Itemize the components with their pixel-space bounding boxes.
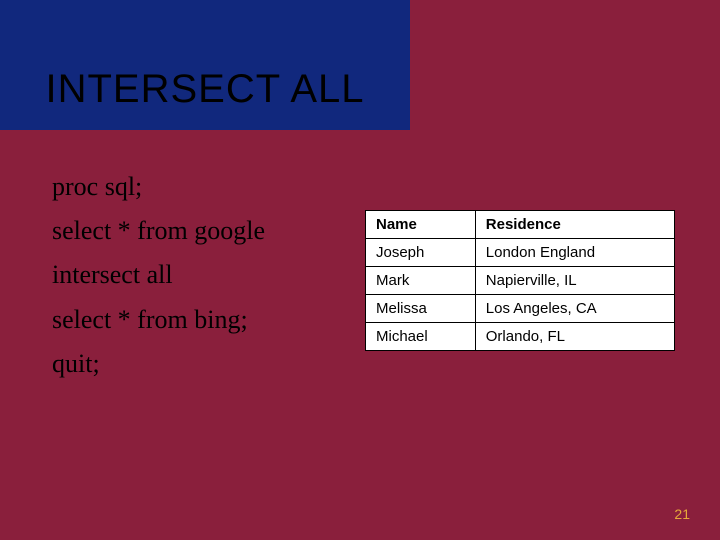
table-header-name: Name — [366, 211, 476, 239]
title-bar: INTERSECT ALL — [0, 0, 410, 130]
page-number: 21 — [674, 506, 690, 522]
cell-residence: Napierville, IL — [475, 267, 674, 295]
slide-title: INTERSECT ALL — [45, 67, 364, 112]
code-block: proc sql; select * from google intersect… — [52, 165, 265, 386]
slide: INTERSECT ALL proc sql; select * from go… — [0, 0, 720, 540]
result-table: Name Residence Joseph London England Mar… — [365, 210, 675, 351]
cell-name: Mark — [366, 267, 476, 295]
code-line: select * from google — [52, 209, 265, 253]
table-header-residence: Residence — [475, 211, 674, 239]
code-line: proc sql; — [52, 165, 265, 209]
cell-name: Michael — [366, 323, 476, 351]
code-line: intersect all — [52, 253, 265, 297]
code-line: quit; — [52, 342, 265, 386]
cell-name: Melissa — [366, 295, 476, 323]
table-row: Joseph London England — [366, 239, 675, 267]
code-line: select * from bing; — [52, 298, 265, 342]
table-row: Mark Napierville, IL — [366, 267, 675, 295]
table-row: Melissa Los Angeles, CA — [366, 295, 675, 323]
cell-residence: London England — [475, 239, 674, 267]
table-row: Michael Orlando, FL — [366, 323, 675, 351]
cell-residence: Orlando, FL — [475, 323, 674, 351]
cell-name: Joseph — [366, 239, 476, 267]
table-header-row: Name Residence — [366, 211, 675, 239]
cell-residence: Los Angeles, CA — [475, 295, 674, 323]
